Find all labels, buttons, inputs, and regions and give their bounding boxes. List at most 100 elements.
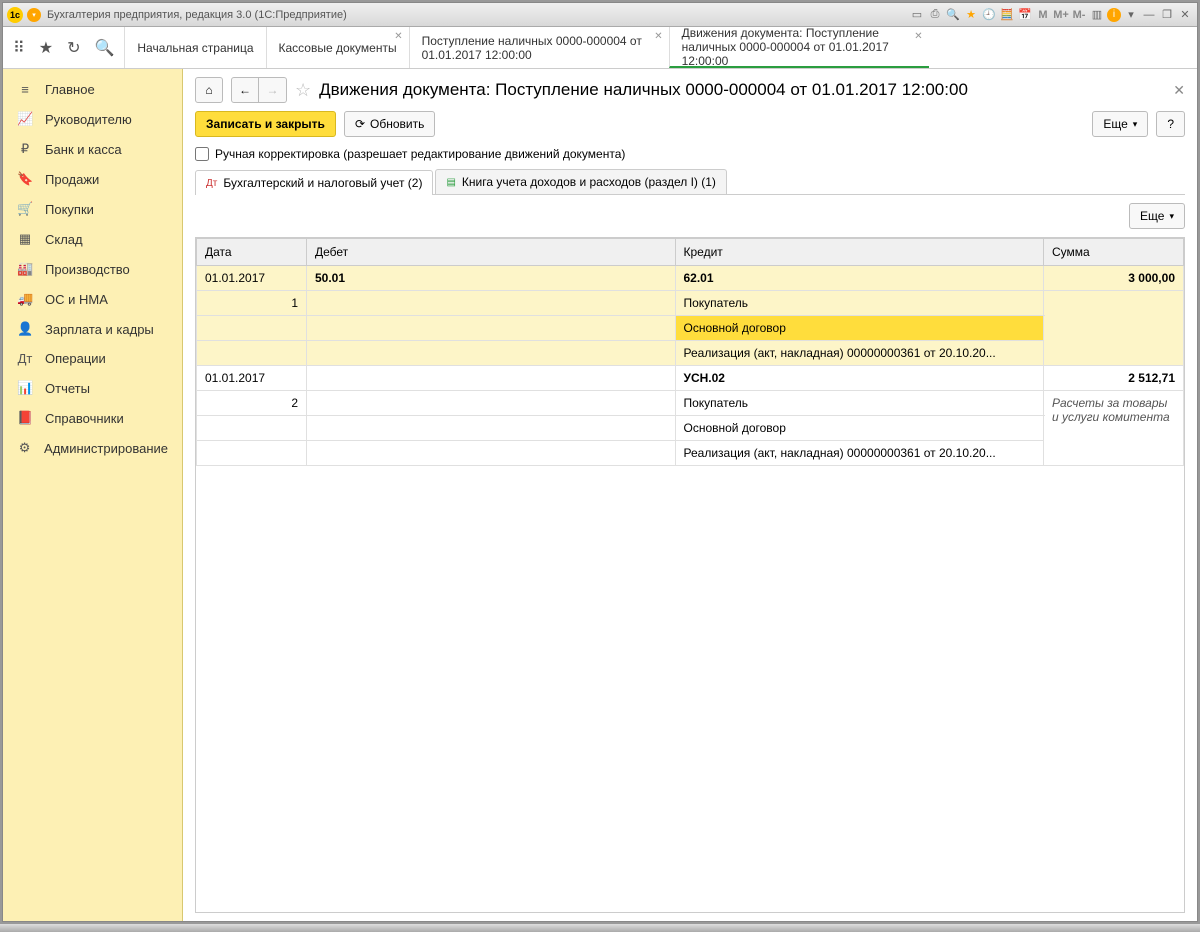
postings-table: Дата Дебет Кредит Сумма 01.01.201750.016… — [196, 238, 1184, 466]
home-button[interactable]: ⌂ — [195, 77, 223, 103]
top-tab[interactable]: Начальная страница — [124, 27, 265, 68]
top-tab[interactable]: Поступление наличных 0000-000004 от 01.0… — [409, 27, 669, 68]
close-icon[interactable]: ✕ — [1177, 7, 1193, 23]
tab-close-icon[interactable]: ✕ — [654, 31, 662, 42]
memory-m-icon[interactable]: М — [1035, 7, 1051, 23]
history-icon[interactable]: ↻ — [67, 38, 80, 58]
back-button[interactable]: ← — [231, 77, 259, 103]
table-subrow[interactable]: 1Покупатель — [197, 291, 1184, 316]
cell-credit: УСН.02 — [675, 366, 1044, 391]
tab-close-icon[interactable]: ✕ — [914, 31, 922, 42]
sidebar-item-label: Склад — [45, 232, 83, 247]
close-page-icon[interactable]: ✕ — [1173, 82, 1185, 99]
sidebar-item[interactable]: 👤Зарплата и кадры — [3, 314, 182, 344]
col-header-date[interactable]: Дата — [197, 239, 307, 266]
memory-mminus-icon[interactable]: М- — [1071, 7, 1087, 23]
sidebar-item-icon: ₽ — [17, 141, 33, 157]
top-tab[interactable]: Движения документа: Поступление наличных… — [669, 27, 929, 68]
sidebar-item[interactable]: ₽ Банк и касса — [3, 134, 182, 164]
window-titlebar: 1c ▾ Бухгалтерия предприятия, редакция 3… — [3, 3, 1197, 27]
app-logo-icon: 1c — [7, 7, 23, 23]
os-taskbar — [0, 924, 1200, 932]
calendar-icon[interactable]: 📅 — [1017, 7, 1033, 23]
sidebar-item[interactable]: 🛒 Покупки — [3, 194, 182, 224]
info-icon[interactable]: i — [1107, 8, 1121, 22]
cell-sum: 2 512,71 — [1044, 366, 1184, 391]
table-subrow[interactable]: 2ПокупательРасчеты за товары и услуги ко… — [197, 391, 1184, 416]
memory-mplus-icon[interactable]: М+ — [1053, 7, 1069, 23]
sidebar-item[interactable]: 📕Справочники — [3, 403, 182, 433]
sidebar-item-label: Банк и касса — [45, 142, 122, 157]
sidebar-item-label: Покупки — [45, 202, 94, 217]
sidebar-item-label: Производство — [45, 262, 130, 277]
more-button[interactable]: Еще ▾ — [1092, 111, 1148, 137]
sidebar-item[interactable]: ▦ Склад — [3, 224, 182, 254]
toolbar-icon[interactable]: ▭ — [909, 7, 925, 23]
table-more-button[interactable]: Еще ▾ — [1129, 203, 1185, 229]
cell-credit-sub[interactable]: Основной договор — [675, 316, 1044, 341]
calculator-icon[interactable]: 🧮 — [999, 7, 1015, 23]
chevron-down-icon: ▾ — [1169, 211, 1174, 222]
refresh-button[interactable]: ⟳Обновить — [344, 111, 435, 137]
cell-credit-sub[interactable]: Реализация (акт, накладная) 00000000361 … — [675, 441, 1044, 466]
sidebar-item[interactable]: 📈Руководителю — [3, 104, 182, 134]
inner-tab[interactable]: ▤Книга учета доходов и расходов (раздел … — [435, 169, 726, 194]
table-subrow[interactable]: Реализация (акт, накладная) 00000000361 … — [197, 441, 1184, 466]
toolbar-icon[interactable]: 🕘 — [981, 7, 997, 23]
forward-button[interactable]: → — [259, 77, 287, 103]
table-subrow[interactable]: Основной договор — [197, 316, 1184, 341]
app-menu-dropdown-icon[interactable]: ▾ — [27, 8, 41, 22]
window-title: Бухгалтерия предприятия, редакция 3.0 (1… — [47, 9, 909, 21]
sidebar-item[interactable]: 🔖Продажи — [3, 164, 182, 194]
help-button[interactable]: ? — [1156, 111, 1185, 137]
toolbar-icon[interactable]: ⎙ — [927, 7, 943, 23]
panel-layout-icon[interactable]: ▥ — [1089, 7, 1105, 23]
sidebar-item-icon: 🔖 — [17, 171, 33, 187]
sidebar-item-icon: ⚙ — [17, 440, 32, 456]
sidebar-item-icon: 🛒 — [17, 201, 33, 217]
top-tools: ⠿ ★ ↻ 🔍 — [3, 27, 124, 68]
manual-edit-checkbox[interactable] — [195, 147, 209, 161]
cell-note: Расчеты за товары и услуги комитента — [1044, 391, 1184, 466]
inner-tab[interactable]: ДтБухгалтерский и налоговый учет (2) — [195, 170, 433, 195]
cell-credit-sub[interactable]: Покупатель — [675, 291, 1044, 316]
refresh-icon: ⟳ — [355, 117, 365, 131]
cell-credit-sub[interactable]: Реализация (акт, накладная) 00000000361 … — [675, 341, 1044, 366]
tab-icon: Дт — [206, 178, 217, 189]
star-icon[interactable]: ★ — [39, 38, 53, 58]
sidebar-item-icon: 🏭 — [17, 261, 33, 277]
maximize-icon[interactable]: ❐ — [1159, 7, 1175, 23]
cell-credit-sub[interactable]: Покупатель — [675, 391, 1044, 416]
table-row[interactable]: 01.01.2017УСН.022 512,71 — [197, 366, 1184, 391]
minimize-icon[interactable]: — — [1141, 7, 1157, 23]
table-subrow[interactable]: Основной договор — [197, 416, 1184, 441]
sidebar-item-icon: ▦ — [17, 231, 33, 247]
top-tab[interactable]: Кассовые документы✕ — [266, 27, 409, 68]
cell-credit: 62.01 — [675, 266, 1044, 291]
favorite-star-icon[interactable]: ☆ — [295, 80, 311, 101]
sidebar-item[interactable]: ⚙Администрирование — [3, 433, 182, 463]
cell-credit-sub[interactable]: Основной договор — [675, 416, 1044, 441]
page-title: Движения документа: Поступление наличных… — [319, 80, 968, 100]
col-header-credit[interactable]: Кредит — [675, 239, 1044, 266]
cell-debit — [307, 366, 676, 391]
table-row[interactable]: 01.01.201750.0162.013 000,00 — [197, 266, 1184, 291]
sidebar-item-icon: 📊 — [17, 380, 33, 396]
toolbar-icon[interactable]: 🔍 — [945, 7, 961, 23]
save-and-close-button[interactable]: Записать и закрыть — [195, 111, 336, 137]
sidebar-item[interactable]: ДтОперации — [3, 344, 182, 373]
favorites-icon[interactable]: ★ — [963, 7, 979, 23]
table-subrow[interactable]: Реализация (акт, накладная) 00000000361 … — [197, 341, 1184, 366]
sidebar-item[interactable]: ≡Главное — [3, 75, 182, 104]
sidebar-item[interactable]: 🏭 Производство — [3, 254, 182, 284]
sidebar-item[interactable]: 🚚ОС и НМА — [3, 284, 182, 314]
sidebar-item-icon: 🚚 — [17, 291, 33, 307]
apps-grid-icon[interactable]: ⠿ — [13, 38, 25, 58]
col-header-debit[interactable]: Дебет — [307, 239, 676, 266]
sidebar-item[interactable]: 📊Отчеты — [3, 373, 182, 403]
col-header-sum[interactable]: Сумма — [1044, 239, 1184, 266]
sidebar-item-label: Зарплата и кадры — [45, 322, 154, 337]
dropdown-icon[interactable]: ▾ — [1123, 7, 1139, 23]
tab-close-icon[interactable]: ✕ — [394, 31, 402, 42]
search-icon[interactable]: 🔍 — [94, 38, 114, 58]
